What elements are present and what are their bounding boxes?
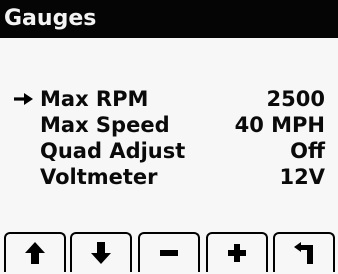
minus-icon [160,250,178,256]
settings-menu: Max RPM 2500 Max Speed 40 MPH Quad Adjus… [0,86,338,190]
gauge-display-screen: Gauges Max RPM 2500 Max Speed 40 MPH Qua… [0,0,338,274]
menu-item-value: 12V [279,165,325,189]
menu-item-value: 40 MPH [234,113,325,137]
arrow-up-icon [25,242,45,264]
selection-arrow-icon [14,93,33,105]
menu-item-label: Quad Adjust [40,139,186,163]
page-title: Gauges [0,0,338,38]
decrease-button[interactable] [138,232,200,272]
back-icon [294,242,313,264]
back-button[interactable] [273,232,335,272]
softkey-bar [0,232,338,274]
menu-item-voltmeter[interactable]: Voltmeter 12V [0,164,338,190]
menu-item-quad-adjust[interactable]: Quad Adjust Off [0,138,338,164]
menu-item-label: Max RPM [40,87,149,111]
plus-icon [228,244,246,262]
up-button[interactable] [4,232,66,272]
menu-item-label: Voltmeter [40,165,158,189]
menu-item-max-speed[interactable]: Max Speed 40 MPH [0,112,338,138]
menu-item-label: Max Speed [40,113,170,137]
arrow-down-icon [91,242,111,264]
menu-item-value: 2500 [266,87,325,111]
down-button[interactable] [70,232,132,272]
menu-item-value: Off [290,139,325,163]
increase-button[interactable] [206,232,268,272]
menu-item-max-rpm[interactable]: Max RPM 2500 [0,86,338,112]
